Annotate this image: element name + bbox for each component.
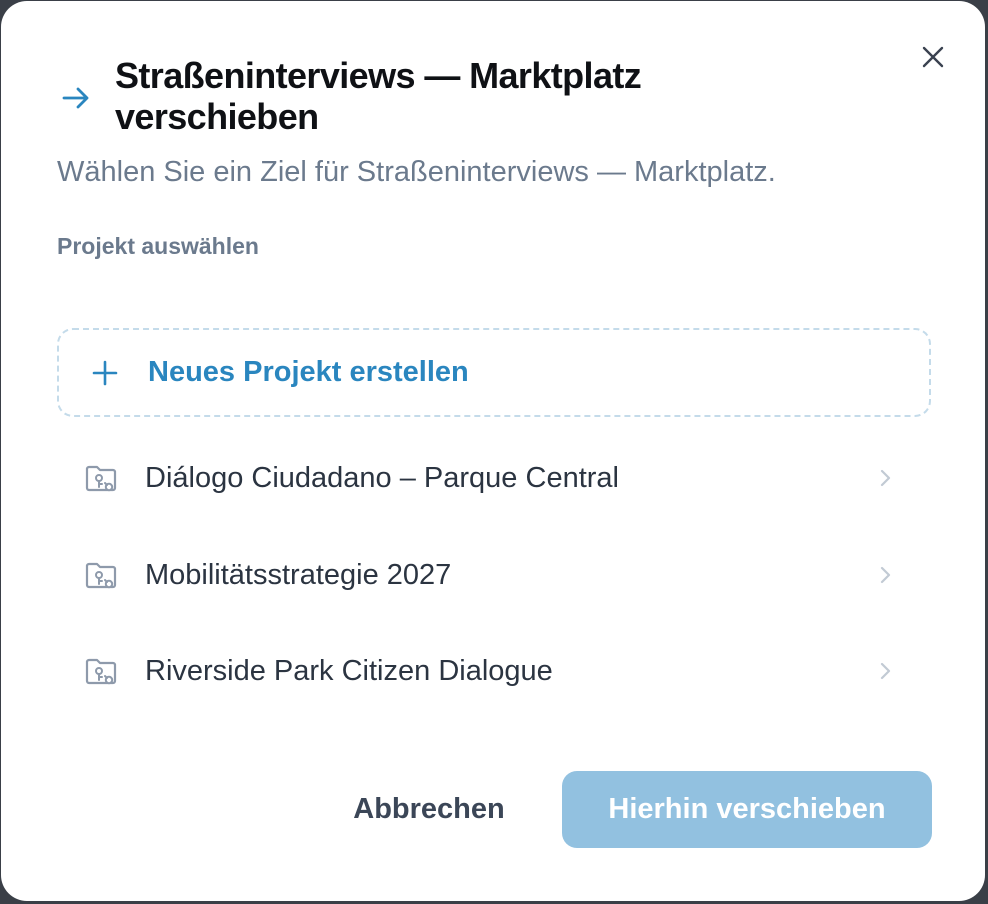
project-item[interactable]: Mobilitätsstrategie 2027 <box>57 535 931 615</box>
chevron-right-icon <box>880 469 891 487</box>
arrow-right-icon <box>62 87 89 109</box>
move-here-button[interactable]: Hierhin verschieben <box>562 771 932 848</box>
project-name: Riverside Park Citizen Dialogue <box>145 654 553 687</box>
cancel-button[interactable]: Abbrechen <box>321 771 537 847</box>
dialog-title: Straßeninterviews — Marktplatz verschieb… <box>115 55 642 137</box>
project-name: Mobilitätsstrategie 2027 <box>145 558 452 591</box>
project-item[interactable]: Diálogo Ciudadano – Parque Central <box>57 438 931 518</box>
new-project-label: Neues Projekt erstellen <box>148 356 469 388</box>
folder-icon <box>85 465 117 492</box>
close-button[interactable] <box>915 39 951 75</box>
move-dialog: Straßeninterviews — Marktplatz verschieb… <box>1 1 985 901</box>
plus-icon <box>92 360 118 385</box>
section-label: Projekt auswählen <box>57 233 259 259</box>
folder-icon <box>85 562 117 589</box>
chevron-right-icon <box>880 566 891 584</box>
chevron-right-icon <box>880 662 891 680</box>
folder-icon <box>85 658 117 685</box>
project-name: Diálogo Ciudadano – Parque Central <box>145 461 619 494</box>
new-project-button[interactable]: Neues Projekt erstellen <box>57 328 931 417</box>
close-icon <box>922 46 944 68</box>
dialog-header: Straßeninterviews — Marktplatz verschieb… <box>59 55 819 137</box>
project-item[interactable]: Riverside Park Citizen Dialogue <box>57 631 931 711</box>
dialog-subtitle: Wählen Sie ein Ziel für Straßeninterview… <box>57 156 776 188</box>
